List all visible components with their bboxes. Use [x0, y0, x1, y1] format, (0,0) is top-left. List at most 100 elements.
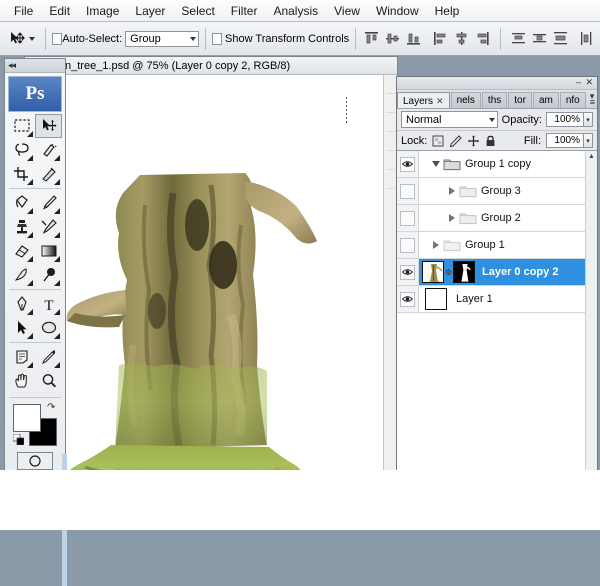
table-row[interactable]: Group 1	[397, 232, 597, 259]
lock-position-icon[interactable]	[467, 135, 480, 147]
lock-transparent-pixels-icon[interactable]	[432, 135, 444, 147]
distribute-top-edges-icon[interactable]	[509, 29, 528, 48]
tab-layers[interactable]: Layers✕	[397, 92, 450, 108]
distribute-vertical-centers-icon[interactable]	[530, 29, 549, 48]
quick-mask-mode-button[interactable]	[17, 452, 53, 470]
menu-item-layer[interactable]: Layer	[127, 2, 173, 20]
panel-title-bar[interactable]: – ✕	[397, 77, 597, 90]
blur-tool[interactable]	[8, 263, 35, 287]
rectangular-marquee-tool[interactable]	[8, 114, 35, 138]
table-row[interactable]: Group 2	[397, 205, 597, 232]
align-vertical-centers-icon[interactable]	[383, 29, 402, 48]
group-disclosure-toggle[interactable]	[445, 187, 458, 195]
pen-tool[interactable]	[8, 292, 35, 316]
menu-item-view[interactable]: View	[326, 2, 368, 20]
document-title-bar[interactable]: n_tree_1.psd @ 75% (Layer 0 copy 2, RGB/…	[25, 57, 397, 75]
tab-paths[interactable]: ths	[482, 92, 507, 108]
fill-slider-arrow-icon[interactable]: ▾	[584, 133, 593, 148]
table-row[interactable]: ⚙ Layer 0 copy 2	[397, 259, 597, 286]
link-mask-icon[interactable]: ⚙	[444, 268, 453, 277]
scroll-up-arrow-icon[interactable]: ▲	[587, 152, 596, 161]
dodge-tool[interactable]	[35, 263, 62, 287]
opacity-value[interactable]: 100%	[546, 112, 584, 127]
canvas-area[interactable]	[25, 75, 397, 511]
menu-item-file[interactable]: File	[6, 2, 41, 20]
notes-tool[interactable]	[8, 345, 35, 369]
menu-item-filter[interactable]: Filter	[223, 2, 266, 20]
menu-item-edit[interactable]: Edit	[41, 2, 78, 20]
clone-stamp-tool[interactable]	[8, 215, 35, 239]
table-row[interactable]: Layer 1	[397, 286, 597, 313]
hand-tool[interactable]	[8, 369, 35, 393]
lasso-tool[interactable]	[8, 138, 35, 162]
distribute-left-edges-icon[interactable]	[577, 29, 596, 48]
menu-item-analysis[interactable]: Analysis	[265, 2, 326, 20]
tab-channels[interactable]: nels	[451, 92, 481, 108]
brush-tool[interactable]	[35, 191, 62, 215]
menu-item-help[interactable]: Help	[427, 2, 468, 20]
close-icon[interactable]: ✕	[436, 96, 444, 106]
distribute-bottom-edges-icon[interactable]	[551, 29, 570, 48]
eyedropper-tool[interactable]	[35, 345, 62, 369]
ellipse-shape-tool[interactable]	[35, 316, 62, 340]
close-icon[interactable]: ✕	[585, 78, 593, 87]
slice-tool[interactable]	[35, 162, 62, 186]
blend-mode-dropdown[interactable]: Normal	[401, 111, 498, 128]
horizontal-type-tool[interactable]: T	[35, 292, 62, 316]
layer-mask-thumbnail[interactable]	[453, 261, 475, 283]
default-colors-icon[interactable]	[13, 434, 24, 445]
layer-thumbnail[interactable]	[425, 288, 447, 310]
swap-colors-icon[interactable]: ↷	[47, 402, 55, 413]
foreground-color-swatch[interactable]	[13, 404, 41, 432]
lock-all-icon[interactable]	[485, 135, 496, 147]
layer-list[interactable]: Group 1 copy Group 3 Group 2	[397, 151, 597, 505]
crop-tool[interactable]	[8, 162, 35, 186]
align-top-edges-icon[interactable]	[362, 29, 381, 48]
tab-navigator[interactable]: tor	[508, 92, 532, 108]
show-transform-controls-checkbox[interactable]	[212, 33, 222, 45]
opacity-slider-arrow-icon[interactable]: ▾	[584, 112, 593, 127]
menu-item-window[interactable]: Window	[368, 2, 427, 20]
tab-info[interactable]: nfo	[560, 92, 586, 108]
layer-visibility-toggle[interactable]	[397, 205, 419, 231]
menu-item-select[interactable]: Select	[173, 2, 222, 20]
group-disclosure-toggle[interactable]	[445, 214, 458, 222]
layer-visibility-toggle[interactable]	[397, 286, 419, 312]
layer-visibility-toggle[interactable]	[397, 151, 419, 177]
layer-visibility-toggle[interactable]	[397, 178, 419, 204]
fill-value[interactable]: 100%	[546, 133, 584, 148]
group-disclosure-toggle[interactable]	[429, 161, 442, 167]
tab-histogram[interactable]: am	[533, 92, 559, 108]
table-row[interactable]: Group 3	[397, 178, 597, 205]
lock-image-pixels-icon[interactable]	[449, 135, 462, 147]
toolbox-collapse-button[interactable]: ◂◂	[5, 59, 65, 73]
align-bottom-edges-icon[interactable]	[404, 29, 423, 48]
opacity-control[interactable]: 100% ▾	[546, 112, 593, 127]
menu-item-image[interactable]: Image	[78, 2, 127, 20]
layers-vertical-scrollbar[interactable]: ▲	[585, 151, 597, 504]
layer-thumbnail[interactable]	[422, 261, 444, 283]
quick-selection-tool[interactable]	[35, 138, 62, 162]
tool-preset-chevron-icon[interactable]	[29, 37, 35, 41]
align-left-edges-icon[interactable]	[431, 29, 450, 48]
panel-menu-icon[interactable]: ▾≡	[590, 93, 595, 105]
current-tool-button[interactable]	[4, 30, 39, 48]
minimize-icon[interactable]: –	[576, 78, 581, 87]
align-horizontal-centers-icon[interactable]	[452, 29, 471, 48]
fill-control[interactable]: 100% ▾	[546, 133, 593, 148]
eraser-tool[interactable]	[8, 239, 35, 263]
group-disclosure-toggle[interactable]	[429, 241, 442, 249]
zoom-tool[interactable]	[35, 369, 62, 393]
auto-select-dropdown[interactable]: Group	[125, 31, 199, 47]
history-brush-tool[interactable]	[35, 215, 62, 239]
align-right-edges-icon[interactable]	[473, 29, 492, 48]
patch-tool[interactable]	[8, 191, 35, 215]
move-tool[interactable]	[35, 114, 62, 138]
layer-visibility-toggle[interactable]	[397, 232, 419, 258]
path-selection-tool[interactable]	[8, 316, 35, 340]
table-row[interactable]: Group 1 copy	[397, 151, 597, 178]
gradient-tool[interactable]	[35, 239, 62, 263]
layer-visibility-toggle[interactable]	[397, 259, 419, 285]
document-vertical-scrollbar[interactable]	[383, 75, 397, 511]
auto-select-checkbox[interactable]	[52, 33, 62, 45]
